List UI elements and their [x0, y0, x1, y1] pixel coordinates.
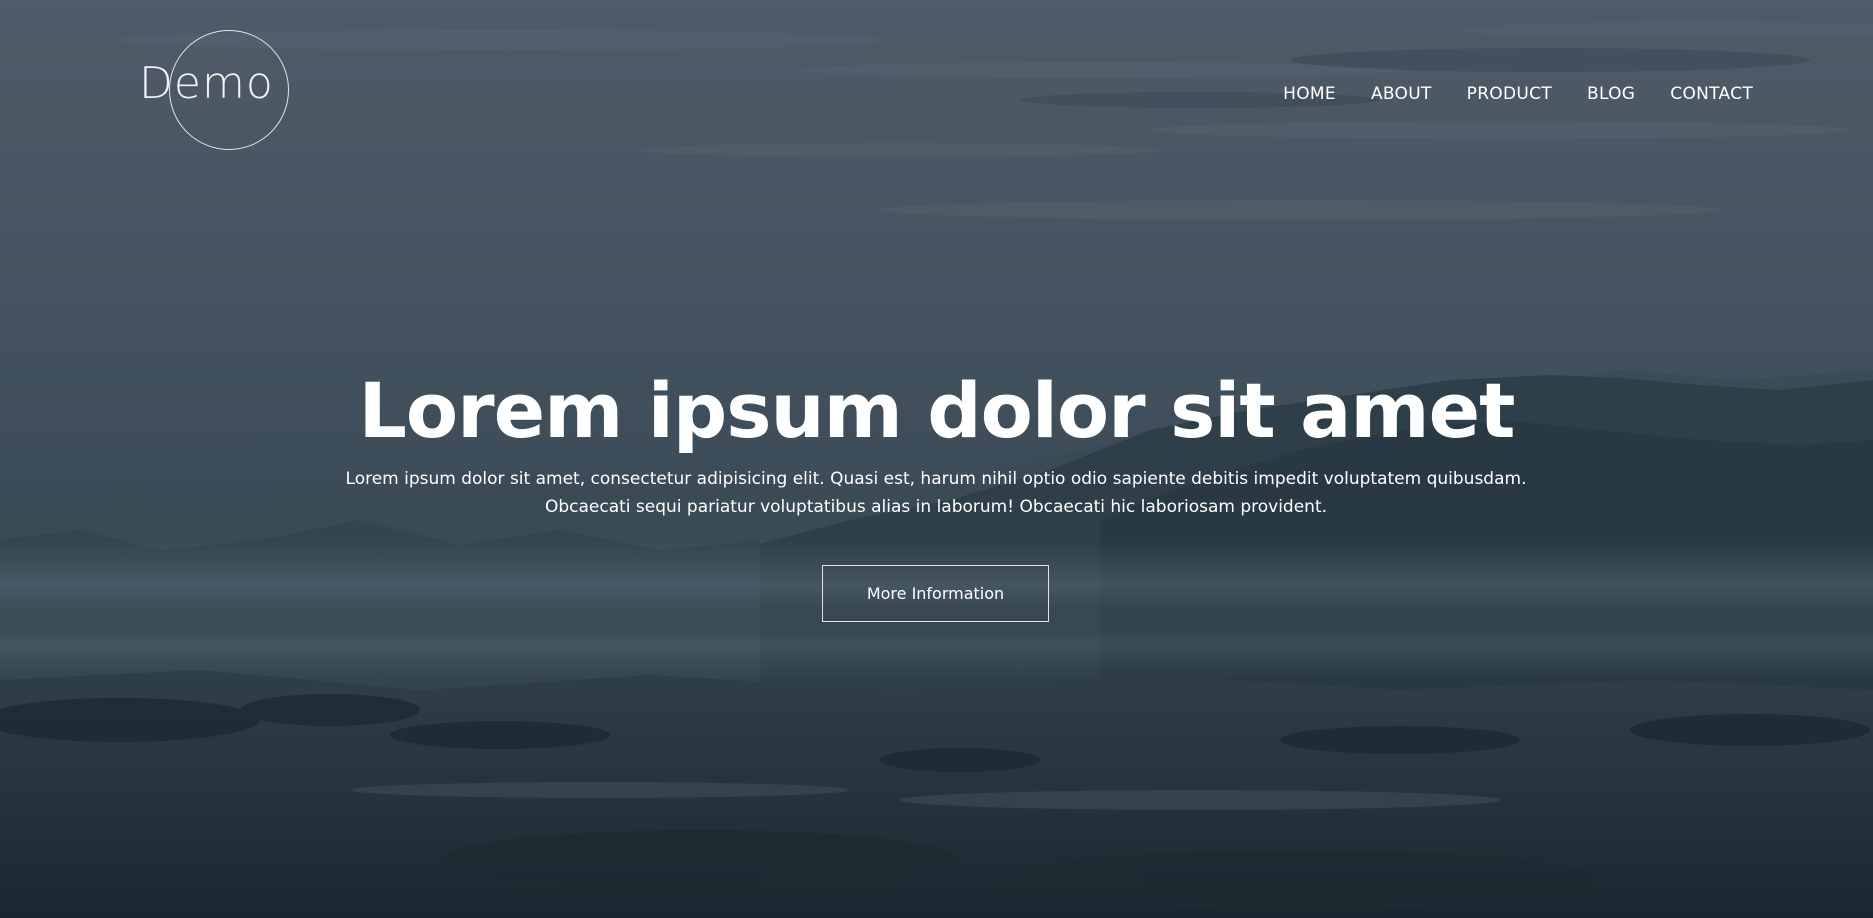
logo[interactable]: Demo: [139, 30, 289, 152]
hero-subtext: Lorem ipsum dolor sit amet, consectetur …: [286, 465, 1586, 521]
nav-item-home[interactable]: HOME: [1283, 84, 1336, 104]
nav-item-blog[interactable]: BLOG: [1587, 84, 1635, 104]
nav-item-contact[interactable]: CONTACT: [1670, 84, 1753, 104]
hero-title: Lorem ipsum dolor sit amet: [358, 365, 1515, 455]
main-nav: HOME ABOUT PRODUCT BLOG CONTACT: [1283, 84, 1753, 104]
hero-subtext-line2: Obcaecati sequi pariatur voluptatibus al…: [544, 497, 1328, 517]
more-information-button[interactable]: More Information: [822, 565, 1049, 622]
logo-text: Demo: [139, 58, 274, 109]
nav-item-about[interactable]: ABOUT: [1371, 84, 1432, 104]
nav-item-product[interactable]: PRODUCT: [1467, 84, 1552, 104]
hero-subtext-line1: Lorem ipsum dolor sit amet, consectetur …: [345, 469, 1527, 489]
